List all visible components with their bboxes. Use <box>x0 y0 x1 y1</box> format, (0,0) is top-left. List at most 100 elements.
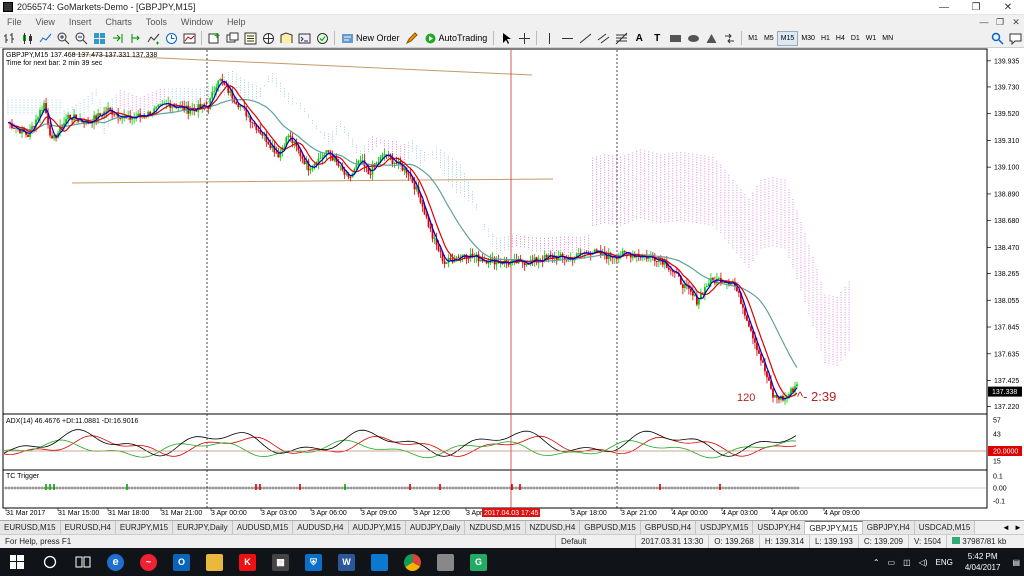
arrows-tool[interactable] <box>721 31 737 46</box>
zoom-in-button[interactable] <box>55 31 71 46</box>
taskbar-metatrader[interactable]: G <box>462 548 495 576</box>
timeframe-m15[interactable]: M15 <box>776 30 799 46</box>
chart-tab[interactable]: AUDJPY,M15 <box>348 521 406 534</box>
menu-help[interactable]: Help <box>220 17 253 27</box>
search-button[interactable] <box>989 31 1005 46</box>
taskbar-chrome[interactable] <box>396 548 429 576</box>
price-chart[interactable]: 57 43 20.0000 15 0.1 0.00 -0.1 139.935 139.730… <box>0 48 1024 520</box>
navigator-button[interactable] <box>278 31 294 46</box>
tile-windows-button[interactable] <box>91 31 107 46</box>
chart-tab[interactable]: GBPUSD,M15 <box>580 521 641 534</box>
market-watch-button[interactable] <box>242 31 258 46</box>
zoom-out-button[interactable] <box>73 31 89 46</box>
templates-button[interactable] <box>181 31 197 46</box>
menu-insert[interactable]: Insert <box>62 17 99 27</box>
mdi-restore-button[interactable]: ❐ <box>992 17 1008 28</box>
chart-tab[interactable]: USDJPY,M15 <box>696 521 754 534</box>
timeframe-w1[interactable]: W1 <box>863 31 880 46</box>
chart-tab[interactable]: EURJPY,Daily <box>173 521 233 534</box>
vertical-line-tool[interactable] <box>541 31 557 46</box>
line-chart-button[interactable] <box>37 31 53 46</box>
chart-tab[interactable]: USDJPY,H4 <box>753 521 806 534</box>
timeframe-d1[interactable]: D1 <box>848 31 863 46</box>
chart-shift-button[interactable] <box>127 31 143 46</box>
chart-tab[interactable]: AUDUSD,M15 <box>232 521 294 534</box>
chart-tab[interactable]: GBPJPY,H4 <box>862 521 915 534</box>
rectangle-tool[interactable] <box>667 31 683 46</box>
new-chart-button[interactable] <box>206 31 222 46</box>
chart-tab[interactable]: EURJPY,M15 <box>115 521 174 534</box>
tray-display-icon[interactable]: ▭ <box>888 558 896 567</box>
indicators-button[interactable] <box>145 31 161 46</box>
new-order-button[interactable]: New Order <box>338 31 403 46</box>
mdi-close-button[interactable]: ✕ <box>1008 17 1024 28</box>
taskbar-security[interactable]: ⛨ <box>297 548 330 576</box>
start-button[interactable] <box>0 548 33 576</box>
timeframe-m30[interactable]: M30 <box>798 31 818 46</box>
taskbar-calculator[interactable]: ▦ <box>264 548 297 576</box>
timeframe-m1[interactable]: M1 <box>745 31 761 46</box>
minimize-button[interactable]: — <box>928 2 960 13</box>
chart-tab[interactable]: EURUSD,M15 <box>0 521 61 534</box>
chart-tab[interactable]: AUDJPY,Daily <box>405 521 466 534</box>
chart-tab[interactable]: GBPJPY,M15 <box>805 521 863 534</box>
tray-volume-icon[interactable]: ◁) <box>919 558 928 567</box>
bar-chart-button[interactable] <box>1 31 17 46</box>
tray-clock[interactable]: 5:42 PM 4/04/2017 <box>965 551 1001 573</box>
timeframe-m5[interactable]: M5 <box>761 31 777 46</box>
timeframe-h1[interactable]: H1 <box>818 31 833 46</box>
menu-file[interactable]: File <box>0 17 29 27</box>
chart-tab[interactable]: USDCAD,M15 <box>914 521 976 534</box>
taskbar-outlook[interactable]: O <box>165 548 198 576</box>
tab-scroll-left-icon[interactable]: ◄ <box>1000 523 1012 532</box>
taskbar-edge[interactable]: e <box>99 548 132 576</box>
triangle-tool[interactable] <box>703 31 719 46</box>
terminal-button[interactable] <box>296 31 312 46</box>
menu-charts[interactable]: Charts <box>98 17 139 27</box>
chart-canvas[interactable]: 57 43 20.0000 15 0.1 0.00 -0.1 139.935 139.730… <box>0 48 1024 520</box>
autoscroll-button[interactable] <box>109 31 125 46</box>
timeframe-h4[interactable]: H4 <box>833 31 848 46</box>
taskbar-k-app[interactable]: K <box>231 548 264 576</box>
chart-tab[interactable]: AUDUSD,H4 <box>293 521 349 534</box>
label-tool[interactable]: T <box>649 31 665 46</box>
menu-view[interactable]: View <box>29 17 62 27</box>
chat-button[interactable] <box>1007 31 1023 46</box>
menu-window[interactable]: Window <box>174 17 220 27</box>
taskbar-word[interactable]: W <box>330 548 363 576</box>
autotrading-button[interactable]: AutoTrading <box>421 31 491 46</box>
taskbar-explorer[interactable] <box>198 548 231 576</box>
strategy-tester-button[interactable] <box>314 31 330 46</box>
taskbar-app-red[interactable]: ~ <box>132 548 165 576</box>
notifications-icon[interactable]: ▤ <box>1012 558 1020 567</box>
chart-tab[interactable]: NZDUSD,H4 <box>525 521 581 534</box>
maximize-button[interactable]: ❐ <box>960 2 992 13</box>
taskbar-search[interactable] <box>33 548 66 576</box>
task-view-button[interactable] <box>66 548 99 576</box>
horizontal-line-tool[interactable] <box>559 31 575 46</box>
close-button[interactable]: ✕ <box>992 2 1024 13</box>
candlestick-button[interactable] <box>19 31 35 46</box>
chart-tab[interactable]: GBPUSD,H4 <box>640 521 697 534</box>
tab-scroll-right-icon[interactable]: ► <box>1012 523 1024 532</box>
periods-button[interactable] <box>163 31 179 46</box>
crosshair-tool[interactable] <box>516 31 532 46</box>
taskbar-photos[interactable] <box>363 548 396 576</box>
trendline-tool[interactable] <box>577 31 593 46</box>
taskbar-image-app[interactable] <box>429 548 462 576</box>
chart-tab[interactable]: NZDUSD,M15 <box>465 521 526 534</box>
meta-editor-button[interactable] <box>404 31 420 46</box>
ellipse-tool[interactable] <box>685 31 701 46</box>
fibonacci-tool[interactable] <box>613 31 629 46</box>
timeframe-mn[interactable]: MN <box>879 31 896 46</box>
chart-tab[interactable]: EURUSD,H4 <box>60 521 116 534</box>
tray-language[interactable]: ENG <box>936 558 953 567</box>
text-tool[interactable]: A <box>631 31 647 46</box>
menu-tools[interactable]: Tools <box>139 17 174 27</box>
channel-tool[interactable] <box>595 31 611 46</box>
profiles-button[interactable] <box>224 31 240 46</box>
tray-network-icon[interactable]: ◫ <box>903 558 911 567</box>
mdi-minimize-button[interactable]: — <box>976 17 992 28</box>
data-window-button[interactable] <box>260 31 276 46</box>
cursor-tool[interactable] <box>498 31 514 46</box>
